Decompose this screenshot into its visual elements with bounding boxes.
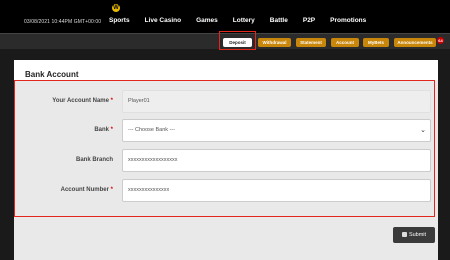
form-highlight: [14, 80, 435, 217]
site-logo[interactable]: W: [112, 4, 120, 12]
nav-lottery[interactable]: Lottery: [233, 17, 255, 24]
nav-p2p[interactable]: P2P: [303, 17, 315, 24]
nav-games[interactable]: Games: [196, 17, 218, 24]
save-icon: [401, 231, 407, 237]
datetime-display: 03/08/2021 10:44PM GMT+00:00: [24, 19, 102, 25]
tab-statement[interactable]: Statement: [296, 38, 326, 47]
nav-battle[interactable]: Battle: [270, 17, 288, 24]
panel-header: Bank Account: [14, 60, 438, 80]
nav-promotions[interactable]: Promotions: [330, 17, 366, 24]
nav-live-casino[interactable]: Live Casino: [145, 17, 181, 24]
submit-button[interactable]: Submit: [393, 227, 435, 243]
deposit-tab-highlight: [219, 31, 256, 50]
announcement-count-badge: 64: [437, 37, 444, 44]
tab-announcements[interactable]: Announcements: [394, 38, 436, 47]
nav-sports[interactable]: Sports: [109, 17, 130, 24]
top-navigation-bar: W 03/08/2021 10:44PM GMT+00:00 Sports Li…: [0, 0, 450, 33]
tab-account[interactable]: Account: [331, 38, 359, 47]
tab-mybets[interactable]: MyBets: [363, 38, 389, 47]
main-nav: Sports Live Casino Games Lottery Battle …: [109, 17, 381, 24]
panel-title: Bank Account: [25, 70, 79, 79]
tab-withdrawal[interactable]: Withdrawal: [258, 38, 291, 47]
